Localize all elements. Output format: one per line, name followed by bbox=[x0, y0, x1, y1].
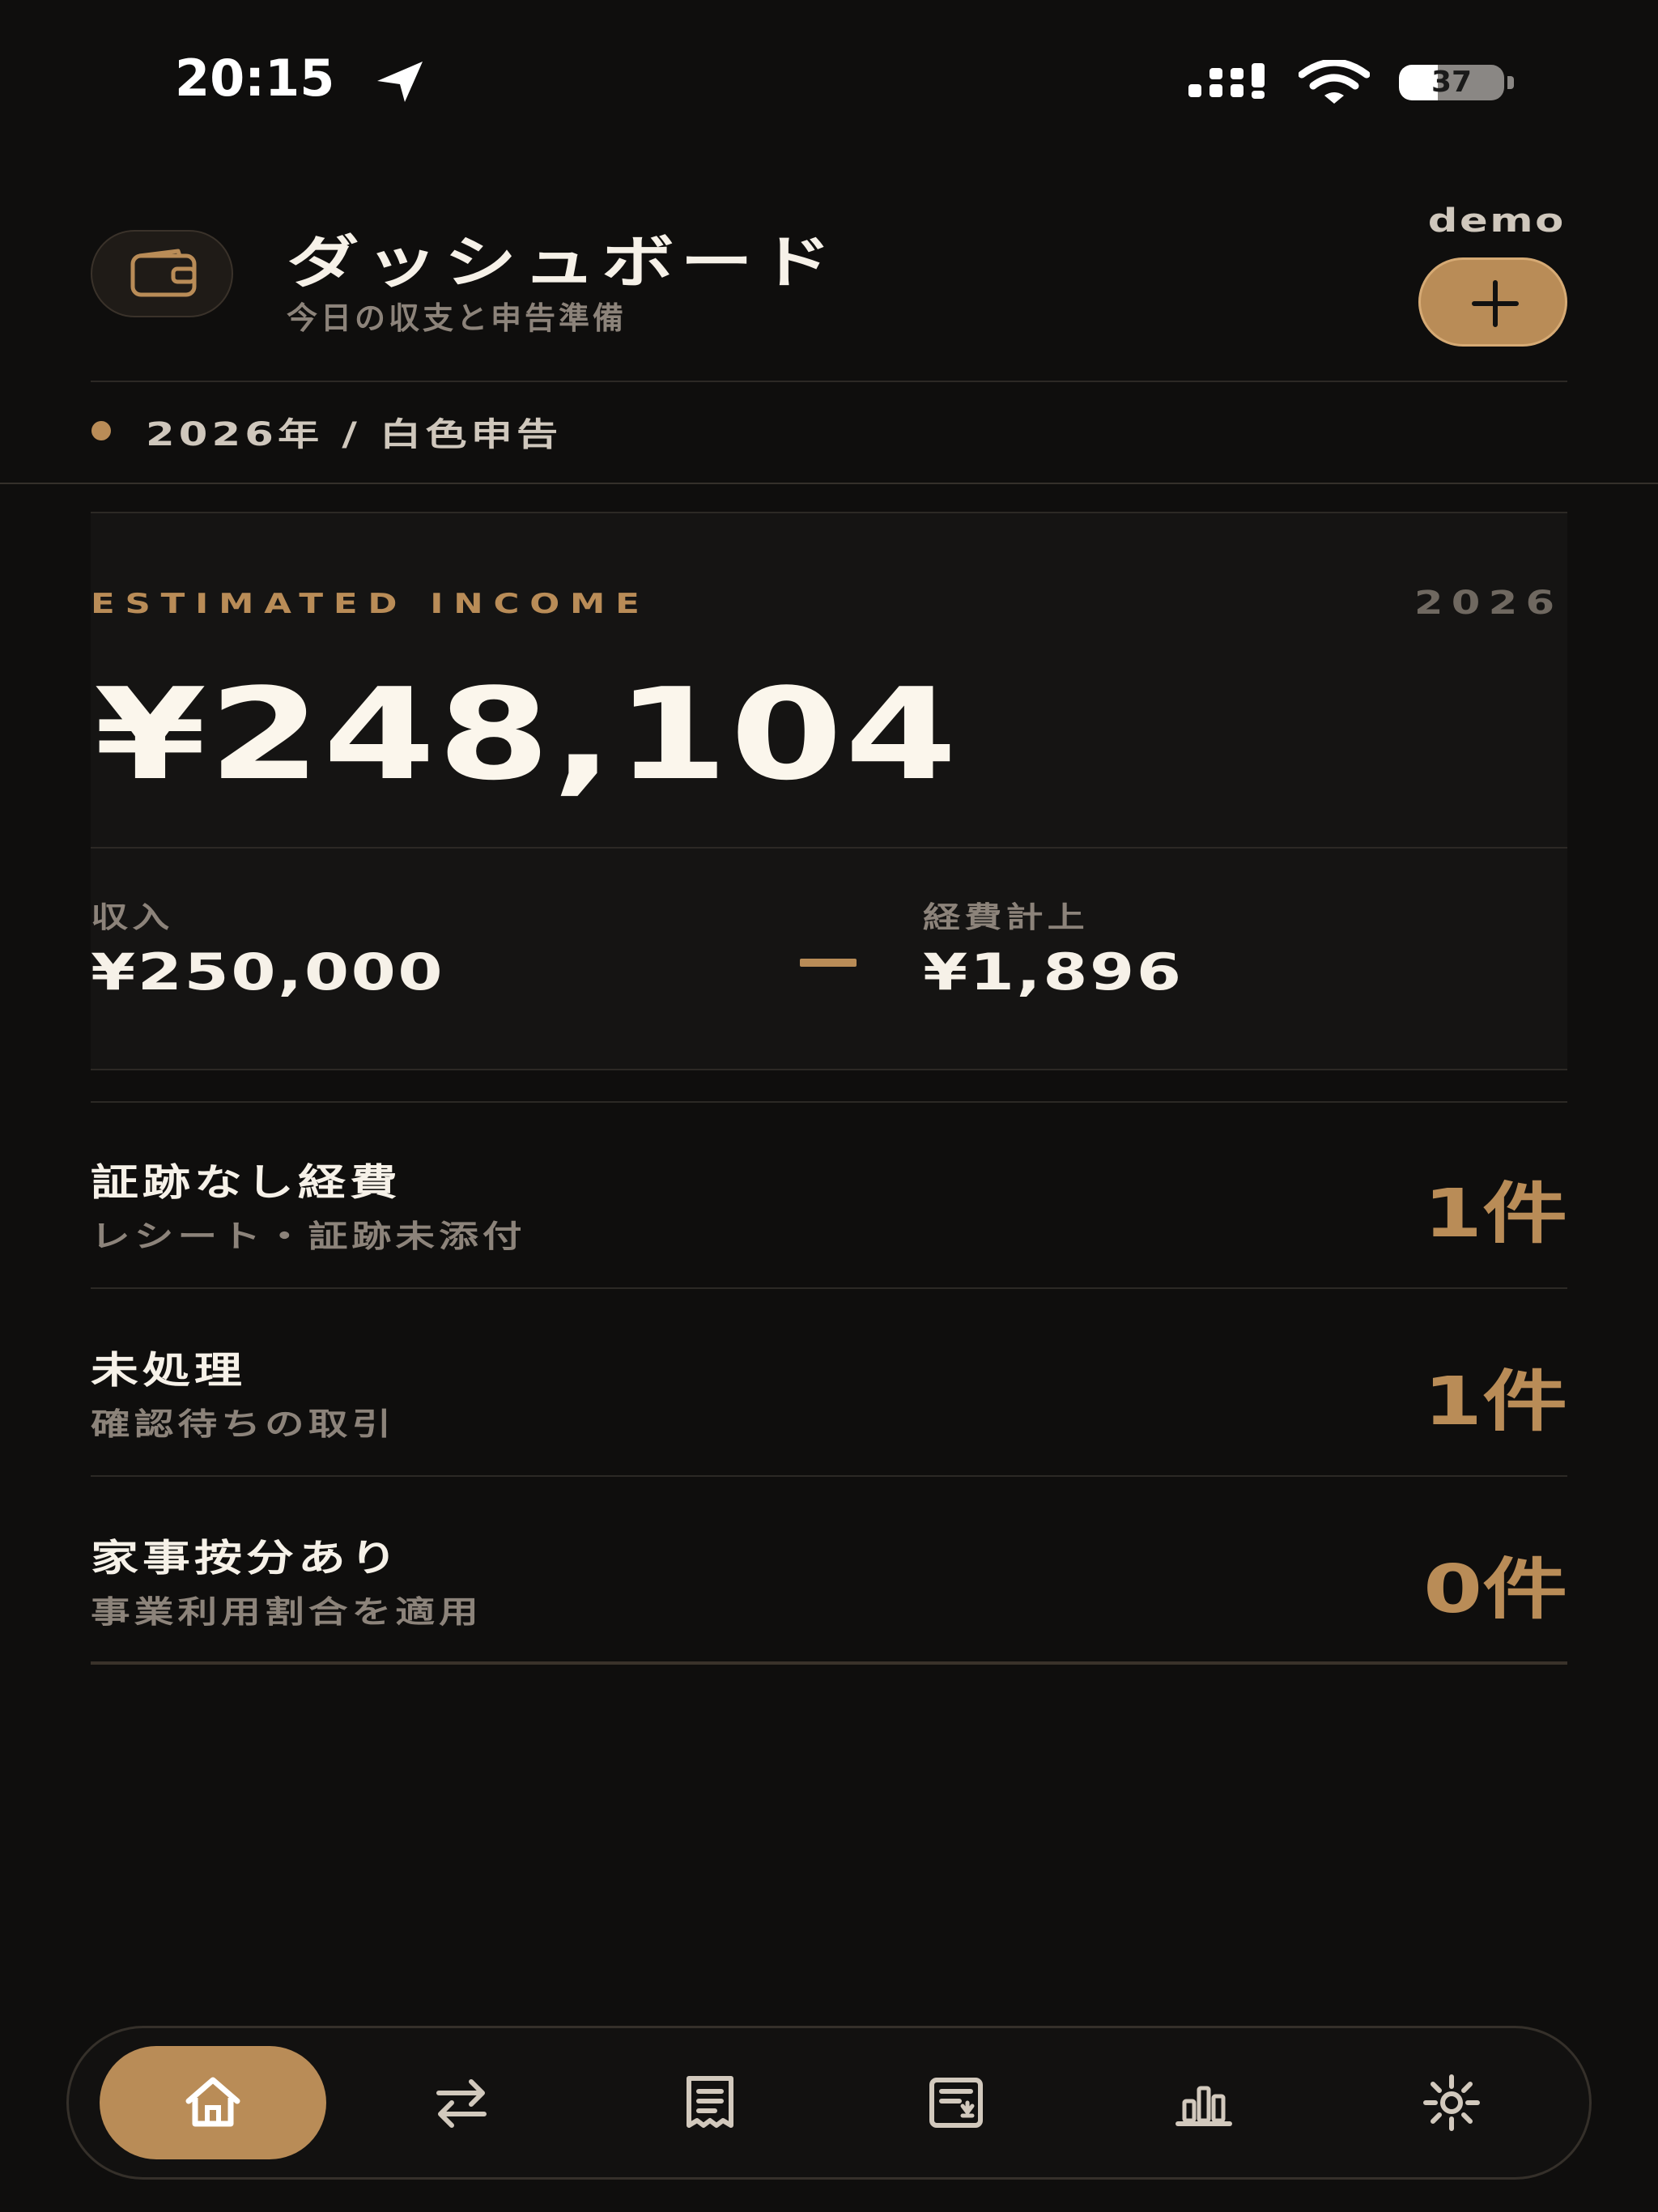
cellular-signal-icon bbox=[1188, 63, 1265, 99]
income-card-year: 2026 bbox=[1414, 585, 1562, 622]
row-subtitle: 確認待ちの取引 bbox=[91, 1406, 396, 1442]
battery-percent: 37 bbox=[1431, 66, 1473, 99]
wallet-icon bbox=[130, 249, 197, 297]
expense-value: ¥1,896 bbox=[923, 942, 1184, 1002]
income-label: 収入 bbox=[91, 901, 174, 934]
row-subtitle: 事業利用割合を適用 bbox=[91, 1594, 483, 1630]
tab-invoice[interactable] bbox=[843, 2046, 1069, 2159]
wifi-icon bbox=[1299, 60, 1370, 104]
expense-label: 経費計上 bbox=[923, 901, 1089, 934]
minus-icon bbox=[800, 959, 857, 967]
battery-indicator: 37 bbox=[1399, 65, 1504, 100]
user-name: demo bbox=[1427, 202, 1566, 240]
header-divider bbox=[91, 381, 1567, 382]
tab-settings[interactable] bbox=[1338, 2046, 1565, 2159]
add-button[interactable] bbox=[1418, 257, 1567, 347]
page-subtitle: 今日の収支と申告準備 bbox=[287, 300, 627, 336]
home-icon bbox=[185, 2077, 240, 2127]
wallet-icon-badge bbox=[91, 230, 233, 317]
ledger-icon bbox=[687, 2076, 733, 2128]
section-divider bbox=[0, 483, 1658, 484]
row-title: 家事按分あり bbox=[91, 1536, 402, 1580]
plus-icon bbox=[1472, 280, 1519, 327]
page-title: ダッシュボード bbox=[287, 229, 838, 296]
tab-home[interactable] bbox=[100, 2046, 326, 2159]
tab-ledger[interactable] bbox=[597, 2046, 823, 2159]
card-divider bbox=[91, 847, 1567, 849]
checklist-row-unprocessed[interactable]: 未処理 確認待ちの取引 1件 bbox=[91, 1291, 1567, 1477]
checklist-row-household-split[interactable]: 家事按分あり 事業利用割合を適用 0件 bbox=[91, 1478, 1567, 1665]
battery-nub bbox=[1507, 76, 1514, 89]
year-indicator-dot bbox=[91, 421, 111, 440]
location-arrow-icon bbox=[377, 62, 423, 102]
status-bar: 20:15 37 bbox=[0, 0, 1658, 162]
row-count: 1件 bbox=[1423, 1363, 1567, 1440]
income-value: ¥250,000 bbox=[91, 942, 445, 1002]
transfer-icon bbox=[436, 2079, 487, 2128]
tab-reports[interactable] bbox=[1090, 2046, 1317, 2159]
estimated-income-amount: ¥248,104 bbox=[94, 661, 959, 808]
row-title: 証跡なし経費 bbox=[91, 1160, 402, 1204]
row-subtitle: レシート・証跡未添付 bbox=[91, 1219, 526, 1254]
settings-icon bbox=[1423, 2074, 1480, 2131]
row-count: 1件 bbox=[1423, 1176, 1567, 1253]
chart-icon bbox=[1175, 2086, 1232, 2126]
income-card-label: ESTIMATED INCOME bbox=[91, 588, 650, 620]
row-count: 0件 bbox=[1423, 1551, 1567, 1628]
tab-transactions[interactable] bbox=[348, 2046, 575, 2159]
year-filter-label[interactable]: 2026年 / 白色申告 bbox=[146, 408, 558, 455]
status-time: 20:15 bbox=[175, 49, 335, 108]
income-card: ESTIMATED INCOME 2026 ¥248,104 収入 ¥250,0… bbox=[91, 512, 1567, 1070]
bottom-tab-bar bbox=[66, 2026, 1592, 2180]
invoice-icon bbox=[929, 2078, 983, 2128]
row-title: 未処理 bbox=[91, 1348, 246, 1392]
checklist-row-missing-evidence[interactable]: 証跡なし経費 レシート・証跡未添付 1件 bbox=[91, 1103, 1567, 1289]
